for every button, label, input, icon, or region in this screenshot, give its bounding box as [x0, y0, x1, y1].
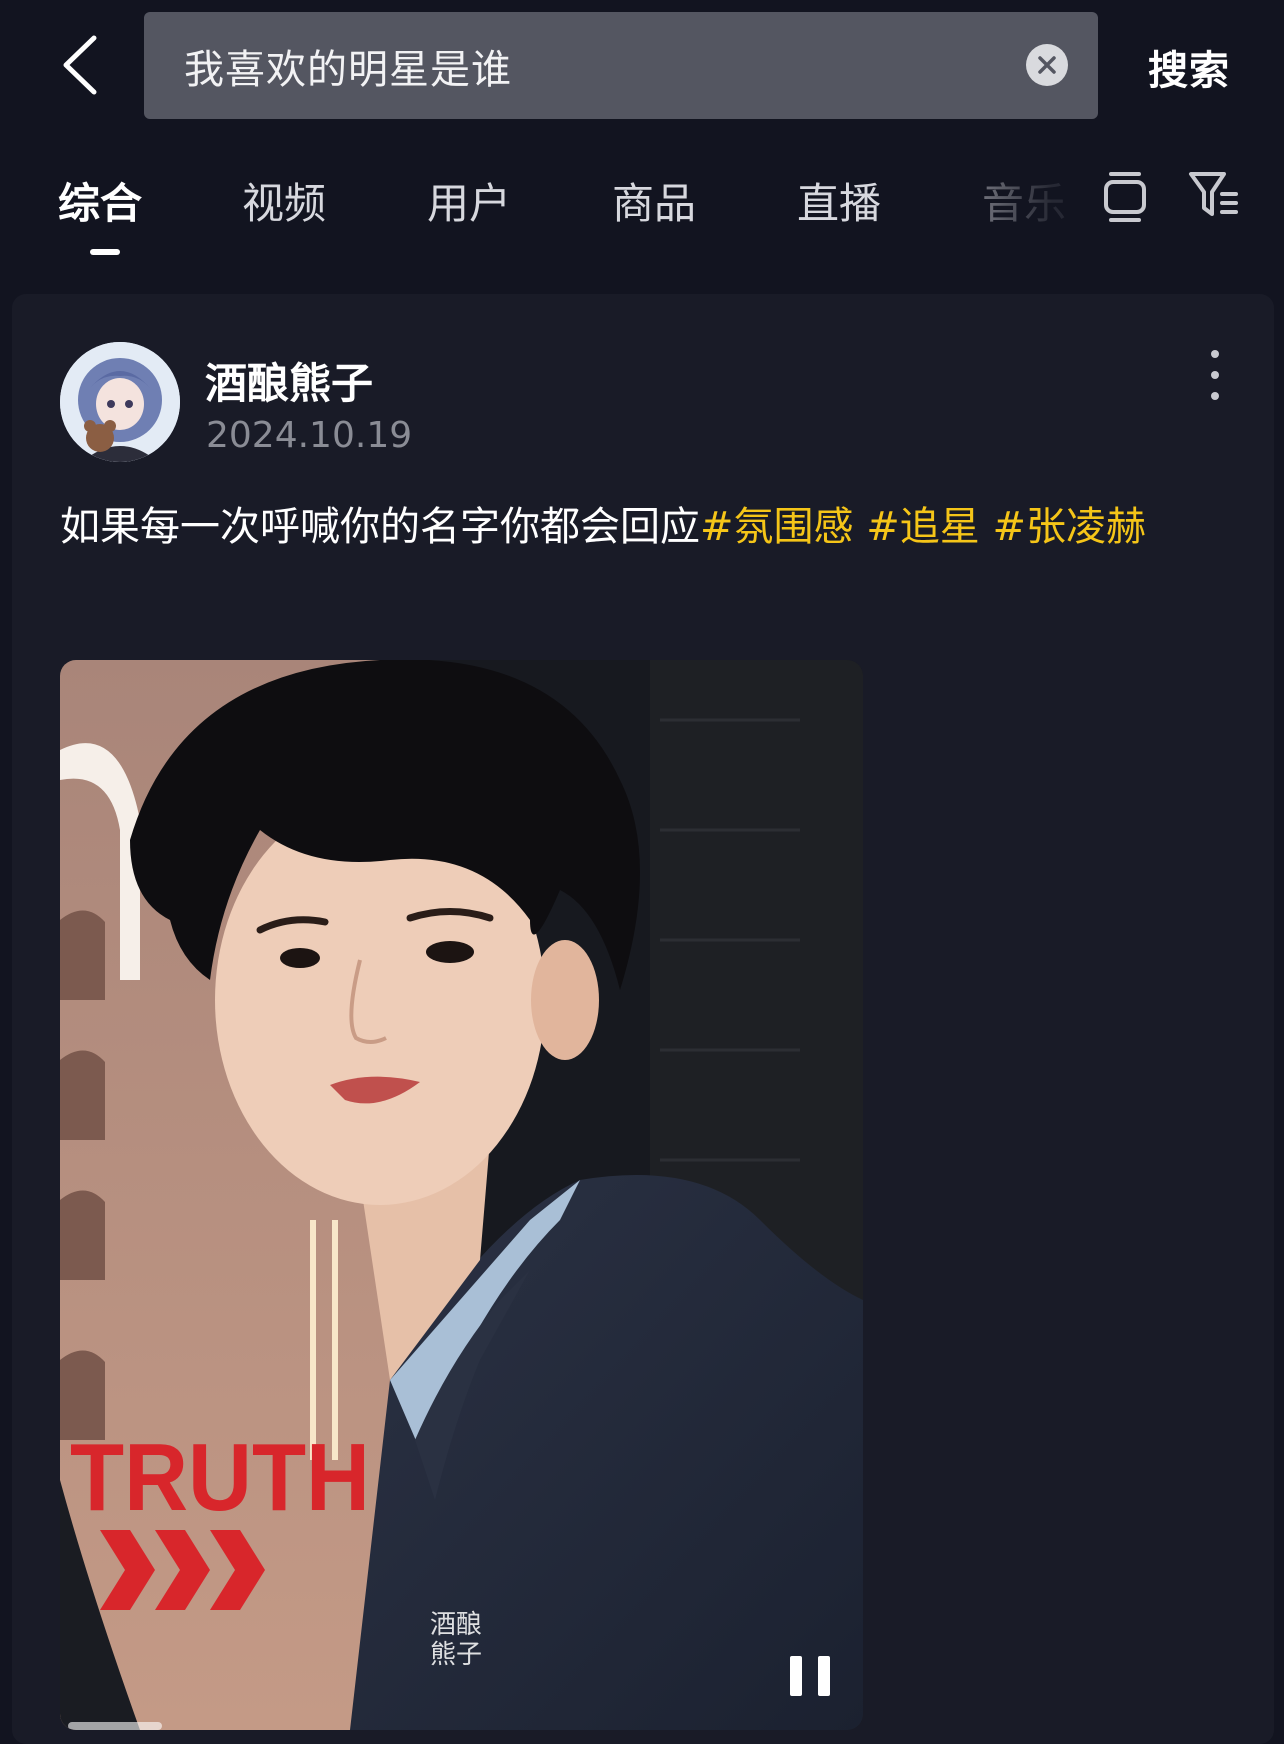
back-icon [63, 35, 97, 95]
back-button[interactable] [50, 30, 110, 100]
hashtag-link[interactable]: #张凌赫 [992, 504, 1146, 550]
watermark-line: 熊子 [430, 1640, 483, 1670]
pause-icon [818, 1656, 830, 1696]
more-dot-icon [1211, 350, 1219, 358]
hashtag-link[interactable]: #氛围感 [700, 504, 854, 550]
video-player[interactable]: TRUTH [60, 660, 863, 1730]
filter-button[interactable] [1188, 170, 1240, 226]
filter-icon [1189, 172, 1238, 216]
tab-music[interactable]: 音乐 [982, 170, 1066, 231]
video-frame-image: TRUTH [60, 660, 863, 1730]
post-date: 2024.10.19 [206, 415, 413, 456]
tab-users[interactable]: 用户 [427, 170, 511, 231]
truth-sign-text: TRUTH [70, 1424, 370, 1531]
more-dot-icon [1211, 392, 1219, 400]
avatar[interactable] [60, 342, 180, 462]
search-query-text: 我喜欢的明星是谁 [184, 46, 512, 93]
author-avatar-image [60, 342, 180, 462]
layout-toggle-icon [1104, 172, 1146, 222]
clear-icon [1038, 56, 1056, 74]
watermark-line: 酒酿 [430, 1610, 483, 1640]
tab-comprehensive[interactable]: 综合 [58, 170, 142, 231]
more-dot-icon [1211, 371, 1219, 379]
pause-icon [790, 1656, 802, 1696]
pause-button[interactable] [790, 1656, 830, 1696]
active-tab-indicator [90, 249, 120, 255]
search-button[interactable]: 搜索 [1148, 38, 1230, 96]
more-options-button[interactable] [1200, 350, 1230, 400]
hashtag-link[interactable]: #追星 [866, 504, 980, 550]
author-name[interactable]: 酒酿熊子 [205, 350, 373, 411]
clear-search-button[interactable] [1026, 44, 1068, 86]
tab-products[interactable]: 商品 [612, 170, 696, 231]
search-input[interactable]: 我喜欢的明星是谁 [144, 12, 1098, 119]
video-watermark: 酒酿 熊子 [430, 1610, 482, 1670]
caption-text: 如果每一次呼喊你的名字你都会回应 [60, 504, 700, 550]
tab-videos[interactable]: 视频 [242, 170, 326, 231]
layout-toggle-button[interactable] [1103, 170, 1147, 228]
post-caption: 如果每一次呼喊你的名字你都会回应#氛围感 #追星 #张凌赫 [60, 492, 1210, 562]
video-progress-bar[interactable] [68, 1722, 162, 1730]
tab-live[interactable]: 直播 [797, 170, 881, 231]
